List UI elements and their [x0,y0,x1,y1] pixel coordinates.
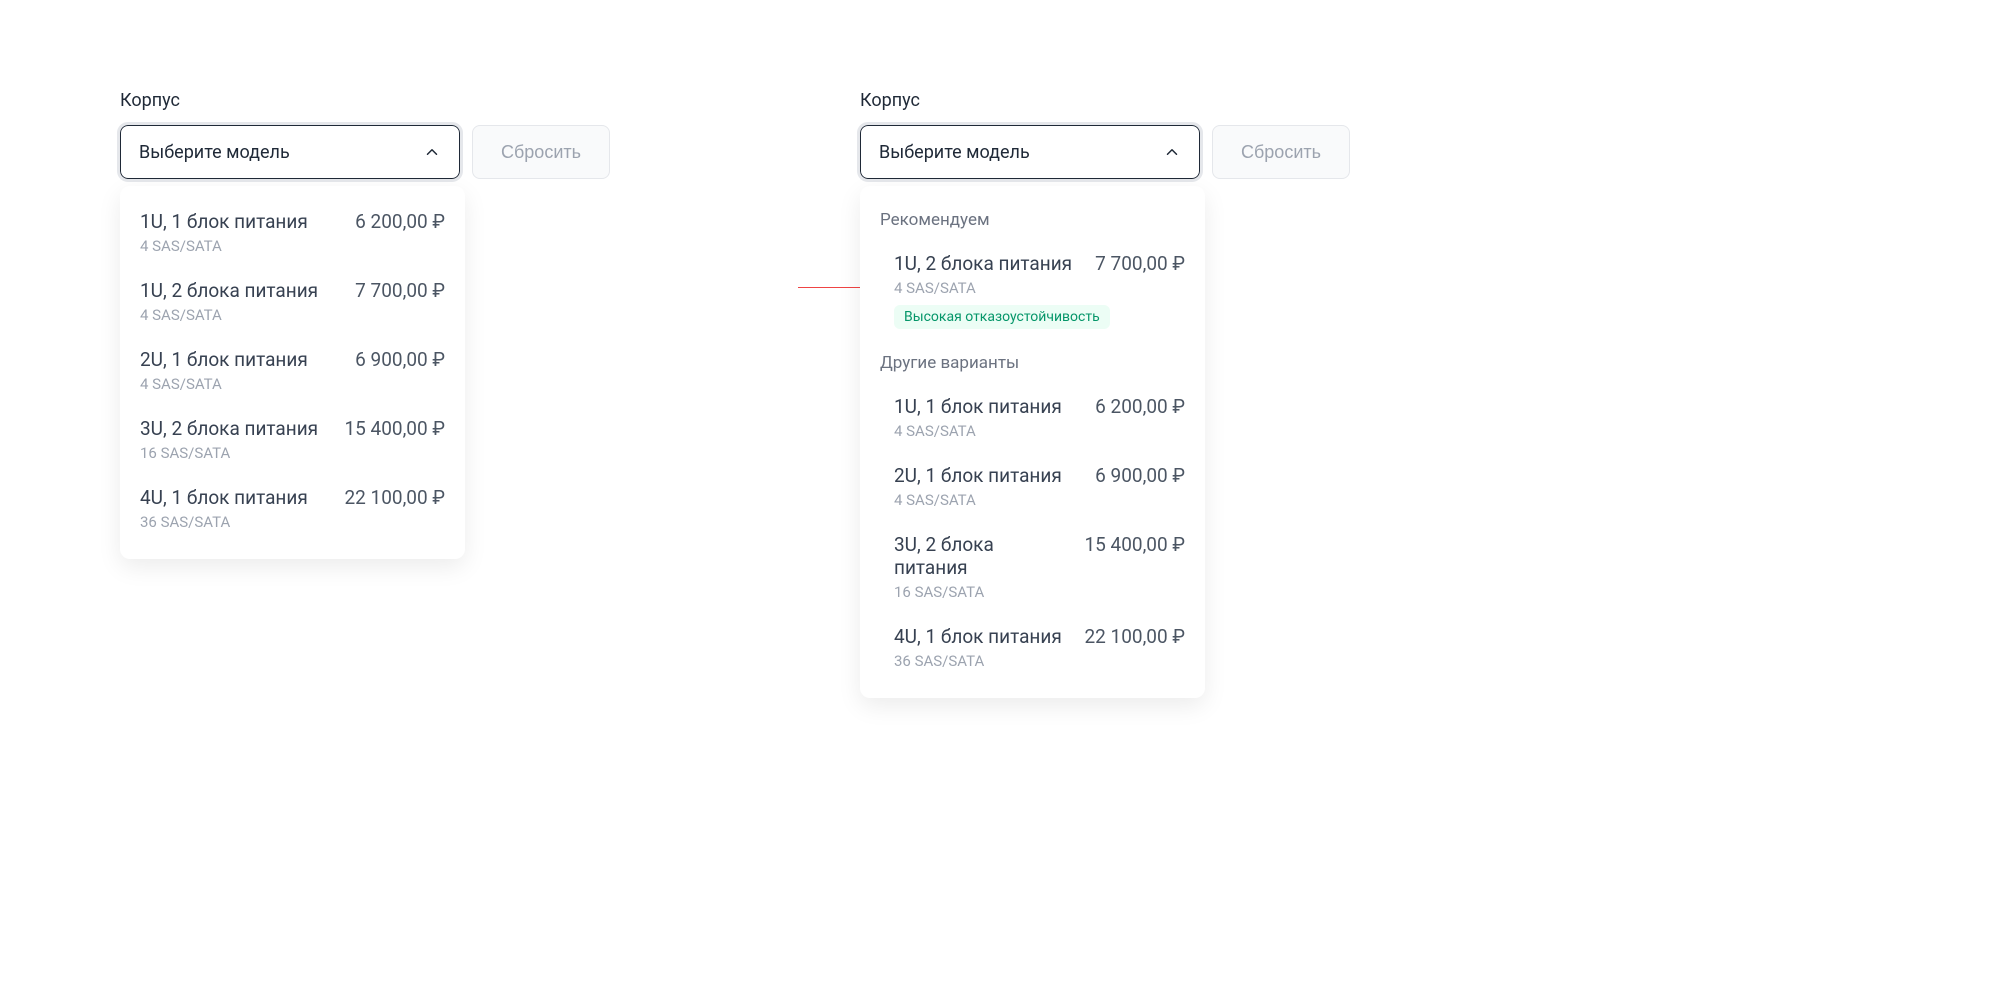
section-recommended: Рекомендуем [860,200,1205,242]
chevron-up-icon [1163,143,1181,161]
option-price: 6 200,00 ₽ [355,210,445,233]
option-title: 4U, 1 блок питания [894,625,1062,648]
option-title: 1U, 1 блок питания [140,210,308,233]
list-item[interactable]: 2U, 1 блок питания 6 900,00 ₽ 4 SAS/SATA [860,454,1205,523]
status-badge: Высокая отказоустойчивость [894,305,1110,329]
option-price: 6 900,00 ₽ [1095,464,1185,487]
option-title: 1U, 2 блока питания [894,252,1072,275]
panel-left: Корпус Выберите модель Сбросить 1U, 1 бл… [120,90,610,179]
field-label-corpus: Корпус [860,90,1350,111]
dropdown-right: Рекомендуем 1U, 2 блока питания 7 700,00… [860,186,1205,698]
option-sub: 36 SAS/SATA [894,652,1185,670]
option-sub: 36 SAS/SATA [140,513,445,531]
reset-button[interactable]: Сбросить [1212,125,1350,179]
option-title: 2U, 1 блок питания [894,464,1062,487]
list-item[interactable]: 3U, 2 блока питания 15 400,00 ₽ 16 SAS/S… [120,407,465,476]
option-price: 15 400,00 ₽ [1084,533,1185,556]
select-placeholder: Выберите модель [879,142,1030,163]
reset-button[interactable]: Сбросить [472,125,610,179]
list-item-recommended[interactable]: 1U, 2 блока питания 7 700,00 ₽ 4 SAS/SAT… [860,242,1205,343]
option-price: 22 100,00 ₽ [344,486,445,509]
list-item[interactable]: 1U, 1 блок питания 6 200,00 ₽ 4 SAS/SATA [120,200,465,269]
option-price: 6 900,00 ₽ [355,348,445,371]
list-item[interactable]: 2U, 1 блок питания 6 900,00 ₽ 4 SAS/SATA [120,338,465,407]
controls-row: Выберите модель Сбросить [860,125,1350,179]
option-sub: 4 SAS/SATA [140,306,445,324]
select-corpus[interactable]: Выберите модель [120,125,460,179]
field-label-corpus: Корпус [120,90,610,111]
option-price: 15 400,00 ₽ [344,417,445,440]
dropdown-left: 1U, 1 блок питания 6 200,00 ₽ 4 SAS/SATA… [120,186,465,559]
list-item[interactable]: 4U, 1 блок питания 22 100,00 ₽ 36 SAS/SA… [120,476,465,545]
panel-right: Корпус Выберите модель Сбросить Рекоменд… [860,90,1350,179]
option-title: 4U, 1 блок питания [140,486,308,509]
select-corpus[interactable]: Выберите модель [860,125,1200,179]
list-item[interactable]: 1U, 2 блока питания 7 700,00 ₽ 4 SAS/SAT… [120,269,465,338]
option-sub: 4 SAS/SATA [140,375,445,393]
option-title: 3U, 2 блока питания [140,417,318,440]
option-price: 6 200,00 ₽ [1095,395,1185,418]
option-sub: 4 SAS/SATA [894,491,1185,509]
option-title: 2U, 1 блок питания [140,348,308,371]
option-title: 3U, 2 блока питания [894,533,1070,579]
option-sub: 16 SAS/SATA [894,583,1185,601]
section-other: Другие варианты [860,343,1205,385]
option-title: 1U, 1 блок питания [894,395,1062,418]
list-item[interactable]: 1U, 1 блок питания 6 200,00 ₽ 4 SAS/SATA [860,385,1205,454]
option-sub: 16 SAS/SATA [140,444,445,462]
option-sub: 4 SAS/SATA [140,237,445,255]
option-price: 22 100,00 ₽ [1084,625,1185,648]
controls-row: Выберите модель Сбросить [120,125,610,179]
option-price: 7 700,00 ₽ [355,279,445,302]
option-title: 1U, 2 блока питания [140,279,318,302]
option-sub: 4 SAS/SATA [894,422,1185,440]
list-item[interactable]: 3U, 2 блока питания 15 400,00 ₽ 16 SAS/S… [860,523,1205,615]
select-placeholder: Выберите модель [139,142,290,163]
list-item[interactable]: 4U, 1 блок питания 22 100,00 ₽ 36 SAS/SA… [860,615,1205,684]
chevron-up-icon [423,143,441,161]
option-sub: 4 SAS/SATA [894,279,1185,297]
option-price: 7 700,00 ₽ [1095,252,1185,275]
